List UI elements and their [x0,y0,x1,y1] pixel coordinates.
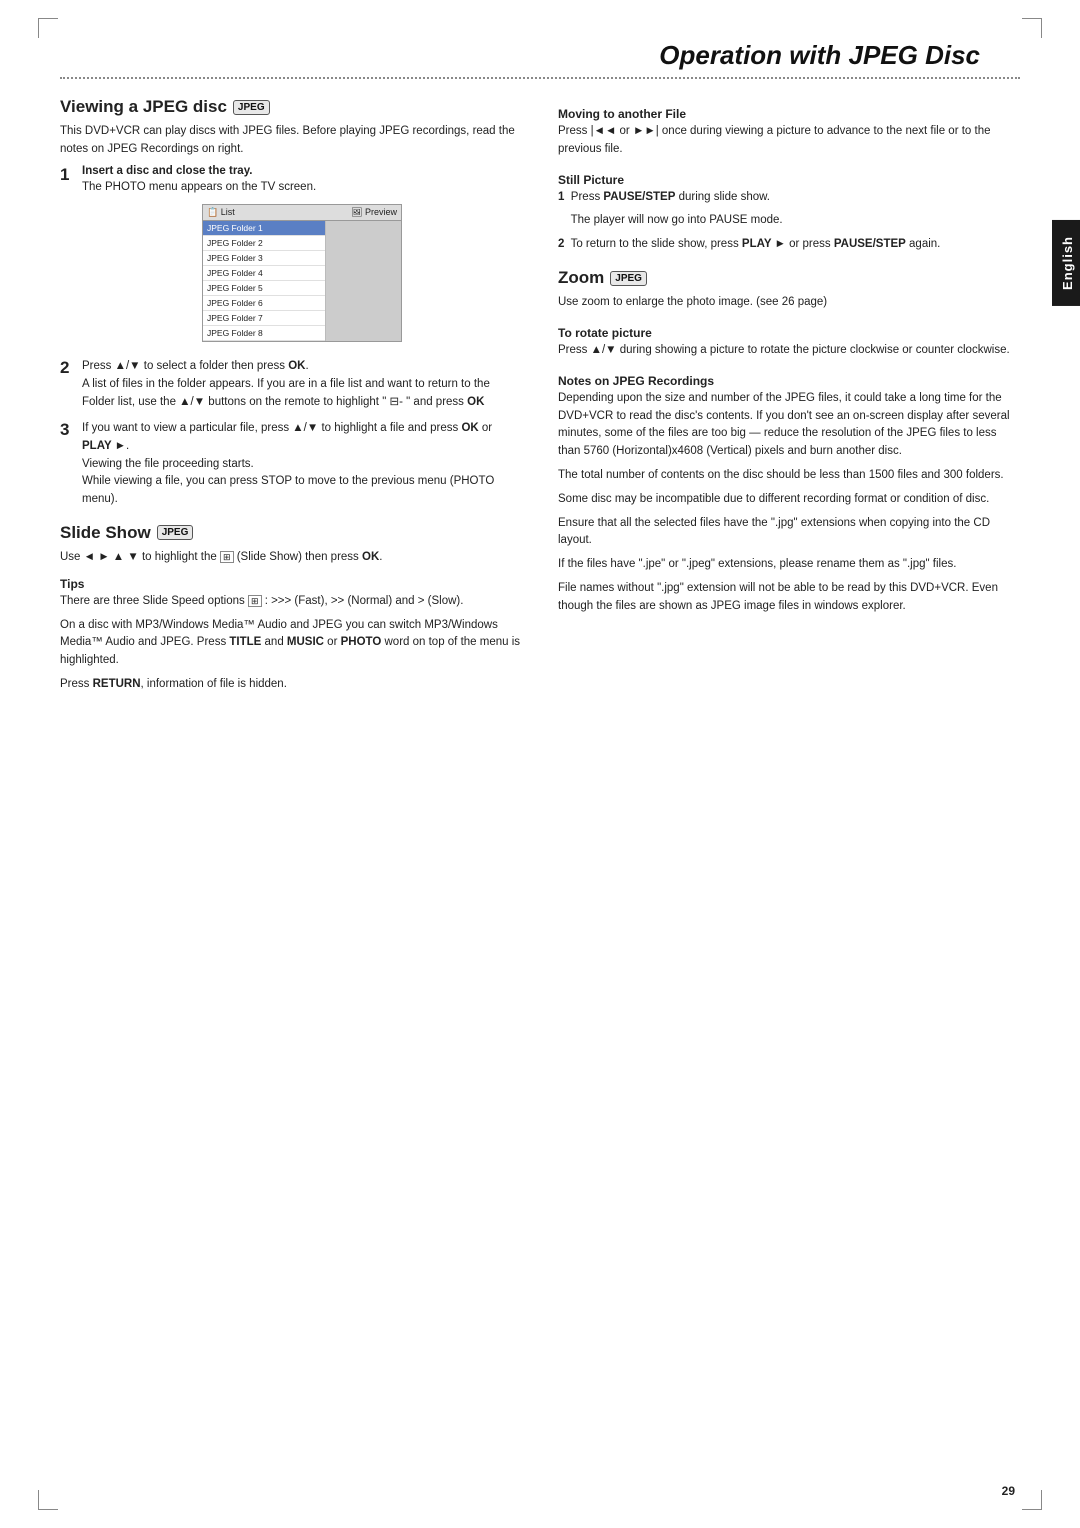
mockup-folder-list: JPEG Folder 1 JPEG Folder 2 JPEG Folder … [203,221,326,341]
mockup-preview-area [326,221,401,341]
slideshow-title: Slide Show JPEG [60,523,522,543]
section-title-viewing: Viewing a JPEG disc JPEG [60,97,522,117]
mockup-header-right: 🖼 Preview [351,207,397,218]
notes-item-2: The total number of contents on the disc… [558,467,1020,485]
step-1-content: Insert a disc and close the tray. The PH… [82,165,522,351]
slideshow-body: Use ◄ ► ▲ ▼ to highlight the ⊞ (Slide Sh… [60,549,522,567]
mockup-folder-2: JPEG Folder 2 [203,236,325,251]
rotate-section: To rotate picture Press ▲/▼ during showi… [558,326,1020,360]
mockup-folder-7: JPEG Folder 7 [203,311,325,326]
jpeg-badge-main: JPEG [233,100,270,115]
notes-title: Notes on JPEG Recordings [558,374,1020,388]
two-col-layout: Viewing a JPEG disc JPEG This DVD+VCR ca… [60,97,1020,700]
step-2-number: 2 [60,358,76,411]
tips-item-2: On a disc with MP3/Windows Media™ Audio … [60,617,522,670]
mockup-folder-4: JPEG Folder 4 [203,266,325,281]
zoom-body: Use zoom to enlarge the photo image. (se… [558,294,1020,312]
mockup-folder-6: JPEG Folder 6 [203,296,325,311]
intro-text: This DVD+VCR can play discs with JPEG fi… [60,123,522,159]
mockup-folder-1: JPEG Folder 1 [203,221,325,236]
step-3-content: If you want to view a particular file, p… [82,420,522,509]
still-picture-step-1: 1 Press PAUSE/STEP during slide show. [558,189,1020,207]
left-column: Viewing a JPEG disc JPEG This DVD+VCR ca… [60,97,522,700]
step-2: 2 Press ▲/▼ to select a folder then pres… [60,358,522,411]
page-title: Operation with JPEG Disc [60,40,1020,71]
still-picture-step-3: 2 To return to the slide show, press PLA… [558,236,1020,254]
mockup-header-left: 📋 List [207,207,235,218]
mockup-folder-3: JPEG Folder 3 [203,251,325,266]
step-1-body: The PHOTO menu appears on the TV screen. [82,179,522,197]
notes-item-5: If the files have ".jpe" or ".jpeg" exte… [558,556,1020,574]
screenshot-mockup: 📋 List 🖼 Preview JPEG Folder 1 JPEG Fold… [202,204,402,342]
tips-item-1: There are three Slide Speed options ⊞ : … [60,593,522,611]
jpeg-badge-slideshow: JPEG [157,525,194,540]
jpeg-badge-zoom: JPEG [610,271,647,286]
corner-mark-tl [38,18,58,38]
mockup-header: 📋 List 🖼 Preview [203,205,401,221]
rotate-title: To rotate picture [558,326,1020,340]
step-2-content: Press ▲/▼ to select a folder then press … [82,358,522,411]
zoom-title: Zoom JPEG [558,268,1020,288]
rotate-body: Press ▲/▼ during showing a picture to ro… [558,342,1020,360]
moving-body: Press |◄◄ or ►►| once during viewing a p… [558,123,1020,159]
step-1: 1 Insert a disc and close the tray. The … [60,165,522,351]
notes-item-6: File names without ".jpg" extension will… [558,580,1020,616]
corner-mark-tr [1022,18,1042,38]
tips-item-3: Press RETURN, information of file is hid… [60,676,522,694]
corner-mark-bl [38,1490,58,1510]
still-picture-section: Still Picture 1 Press PAUSE/STEP during … [558,173,1020,254]
step-3-number: 3 [60,420,76,509]
notes-section: Notes on JPEG Recordings Depending upon … [558,374,1020,616]
zoom-title-text: Zoom [558,268,604,288]
still-picture-title: Still Picture [558,173,1020,187]
notes-item-3: Some disc may be incompatible due to dif… [558,491,1020,509]
page-number: 29 [1002,1484,1015,1498]
mockup-folder-8: JPEG Folder 8 [203,326,325,341]
tips-section: Tips There are three Slide Speed options… [60,577,522,694]
zoom-section: Zoom JPEG Use zoom to enlarge the photo … [558,268,1020,312]
tips-title: Tips [60,577,522,591]
still-picture-step-2: The player will now go into PAUSE mode. [558,212,1020,230]
step-2-body: Press ▲/▼ to select a folder then press … [82,358,522,411]
english-tab: English [1052,220,1080,306]
step-3: 3 If you want to view a particular file,… [60,420,522,509]
corner-mark-br [1022,1490,1042,1510]
slideshow-section: Slide Show JPEG Use ◄ ► ▲ ▼ to highlight… [60,523,522,567]
step-3-body: If you want to view a particular file, p… [82,420,522,509]
section-title-text: Viewing a JPEG disc [60,97,227,117]
moving-to-file-section: Moving to another File Press |◄◄ or ►►| … [558,107,1020,159]
mockup-folder-5: JPEG Folder 5 [203,281,325,296]
step-1-heading: Insert a disc and close the tray. [82,165,522,177]
title-separator [60,77,1020,79]
right-column: Moving to another File Press |◄◄ or ►►| … [558,97,1020,700]
notes-item-4: Ensure that all the selected files have … [558,515,1020,551]
slideshow-title-text: Slide Show [60,523,151,543]
moving-title: Moving to another File [558,107,1020,121]
notes-item-1: Depending upon the size and number of th… [558,390,1020,461]
mockup-body: JPEG Folder 1 JPEG Folder 2 JPEG Folder … [203,221,401,341]
page-container: English Operation with JPEG Disc Viewing… [0,0,1080,1528]
step-1-number: 1 [60,165,76,351]
